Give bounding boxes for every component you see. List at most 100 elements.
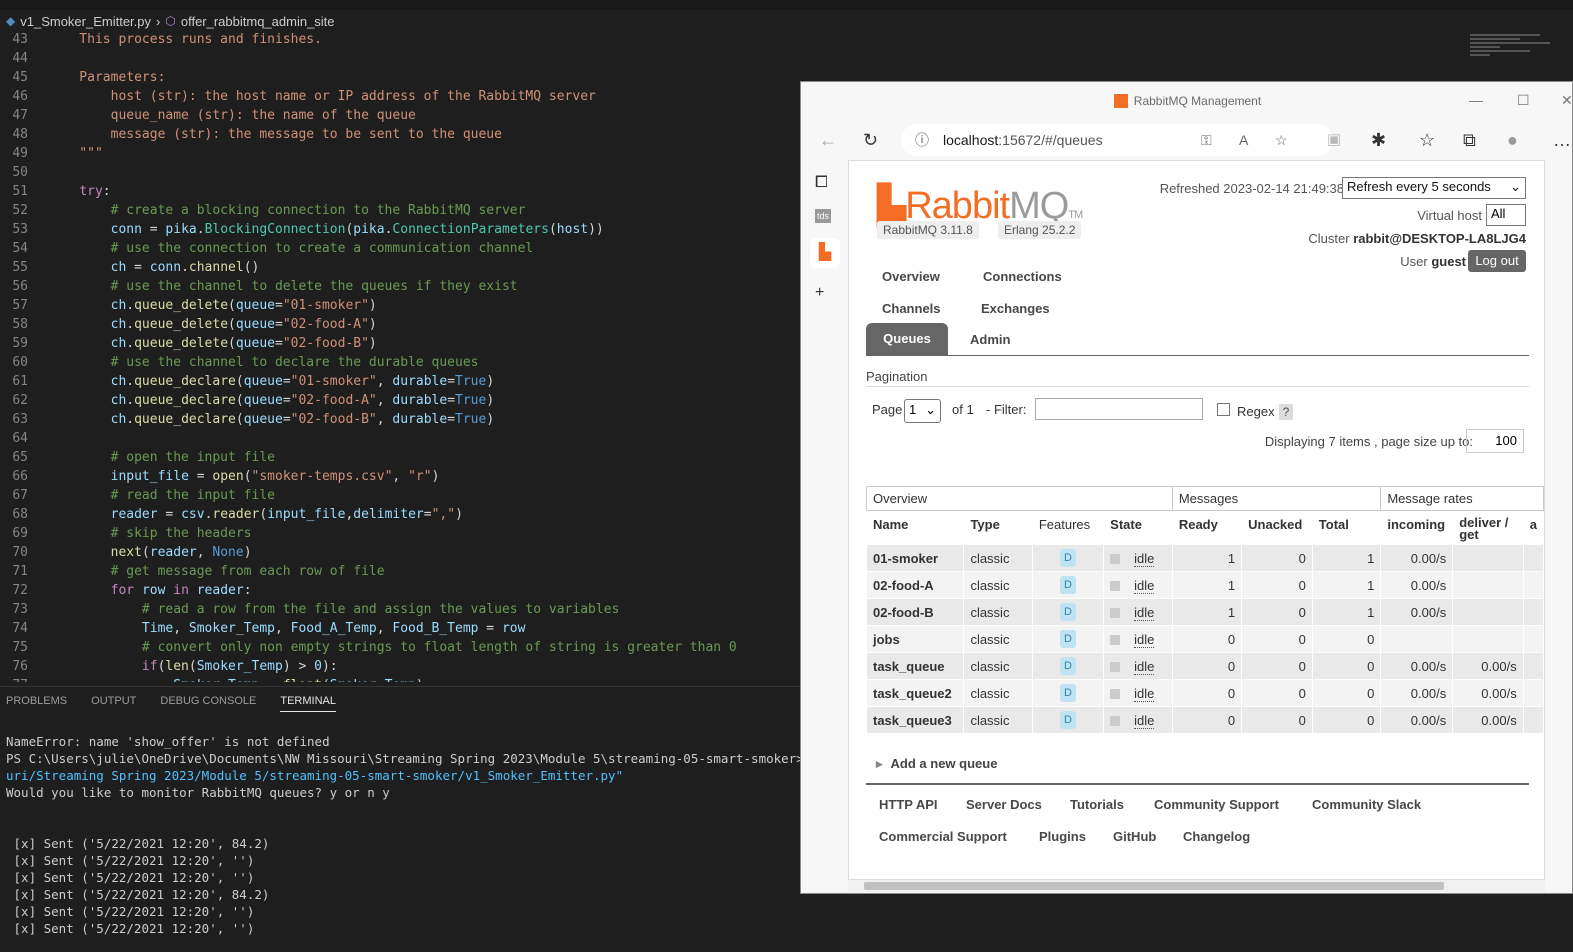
page-size-input[interactable]: 100 bbox=[1466, 429, 1524, 453]
info-icon[interactable]: ⓘ bbox=[915, 130, 929, 150]
code-line[interactable]: 77 Smoker_Temp = float(Smoker_Temp) bbox=[0, 676, 800, 682]
avatar[interactable]: ● bbox=[1507, 130, 1518, 151]
extensions-icon[interactable]: ✱ bbox=[1371, 130, 1386, 151]
code-line[interactable]: 55 ch = conn.channel() bbox=[0, 258, 800, 277]
code-line[interactable]: 63 ch.queue_declare(queue="02-food-B", d… bbox=[0, 410, 800, 429]
terminal-output[interactable]: NameError: name 'show_offer' is not defi… bbox=[6, 733, 864, 937]
tab-problems[interactable]: PROBLEMS bbox=[6, 695, 67, 712]
footer-commercial-support[interactable]: Commercial Support bbox=[879, 829, 1007, 844]
code-line[interactable]: 47 queue_name (str): the name of the que… bbox=[0, 106, 800, 125]
minimap[interactable] bbox=[1470, 32, 1560, 82]
code-line[interactable]: 51 try: bbox=[0, 182, 800, 201]
code-line[interactable]: 62 ch.queue_declare(queue="02-food-A", d… bbox=[0, 391, 800, 410]
pagination-header[interactable]: Pagination bbox=[866, 369, 927, 384]
footer-plugins[interactable]: Plugins bbox=[1039, 829, 1086, 844]
tab-exchanges[interactable]: Exchanges bbox=[981, 301, 1050, 316]
code-line[interactable]: 58 ch.queue_delete(queue="02-food-A") bbox=[0, 315, 800, 334]
add-tab-icon[interactable]: + bbox=[815, 284, 824, 302]
code-line[interactable]: 64 bbox=[0, 429, 800, 448]
table-row[interactable]: task_queue3 classic Didle 0 0 0 0.00/s 0.00/s bbox=[865, 706, 1544, 734]
table-row[interactable]: task_queue2 classic Didle 0 0 0 0.00/s 0.00/s bbox=[865, 679, 1544, 707]
code-line[interactable]: 70 next(reader, None) bbox=[0, 543, 800, 562]
close-icon[interactable]: ✕ bbox=[1561, 92, 1573, 109]
footer-community-support[interactable]: Community Support bbox=[1154, 797, 1279, 812]
col-total[interactable]: Total bbox=[1311, 510, 1382, 545]
page-select[interactable]: 1 ⌄ bbox=[904, 399, 941, 423]
code-line[interactable]: 53 conn = pika.BlockingConnection(pika.C… bbox=[0, 220, 800, 239]
col-features[interactable]: Features bbox=[1031, 510, 1105, 545]
col-deliver-get[interactable]: deliver / get bbox=[1452, 510, 1524, 545]
code-line[interactable]: 61 ch.queue_declare(queue="01-smoker", d… bbox=[0, 372, 800, 391]
back-icon[interactable]: ← bbox=[819, 130, 837, 151]
code-line[interactable]: 57 ch.queue_delete(queue="01-smoker") bbox=[0, 296, 800, 315]
code-line[interactable]: 69 # skip the headers bbox=[0, 524, 800, 543]
more-icon[interactable]: … bbox=[1553, 130, 1571, 151]
queue-name[interactable]: 02-food-A bbox=[865, 571, 965, 599]
tab-actions-icon[interactable]: ⧠ bbox=[815, 174, 828, 192]
rabbitmq-tab-icon[interactable]: ▙ bbox=[810, 238, 840, 268]
queue-name[interactable]: 02-food-B bbox=[865, 598, 965, 626]
tab-queues[interactable]: Queues bbox=[866, 323, 948, 355]
scrollbar-thumb[interactable] bbox=[864, 882, 1444, 890]
table-row[interactable]: 02-food-B classic Didle 1 0 1 0.00/s bbox=[865, 598, 1544, 626]
code-line[interactable]: 43 This process runs and finishes. bbox=[0, 30, 800, 49]
code-line[interactable]: 60 # use the channel to declare the dura… bbox=[0, 353, 800, 372]
code-line[interactable]: 71 # get message from each row of file bbox=[0, 562, 800, 581]
code-line[interactable]: 67 # read the input file bbox=[0, 486, 800, 505]
code-line[interactable]: 45 Parameters: bbox=[0, 68, 800, 87]
code-line[interactable]: 44 bbox=[0, 49, 800, 68]
code-line[interactable]: 49 """ bbox=[0, 144, 800, 163]
key-icon[interactable]: ⚿ bbox=[1201, 132, 1212, 149]
code-line[interactable]: 50 bbox=[0, 163, 800, 182]
footer-github[interactable]: GitHub bbox=[1113, 829, 1156, 844]
footer-community-slack[interactable]: Community Slack bbox=[1312, 797, 1421, 812]
refresh-icon[interactable]: ↻ bbox=[863, 130, 878, 151]
breadcrumb-file[interactable]: v1_Smoker_Emitter.py bbox=[20, 14, 151, 29]
queue-name[interactable]: 01-smoker bbox=[865, 544, 965, 572]
code-line[interactable]: 56 # use the channel to delete the queue… bbox=[0, 277, 800, 296]
virtual-host-select[interactable]: All bbox=[1486, 204, 1526, 226]
code-line[interactable]: 72 for row in reader: bbox=[0, 581, 800, 600]
favorites-icon[interactable]: ☆ bbox=[1419, 130, 1435, 151]
col-type[interactable]: Type bbox=[963, 510, 1033, 545]
sidebar-tds-icon[interactable]: tds bbox=[815, 209, 832, 223]
maximize-icon[interactable]: ☐ bbox=[1517, 92, 1530, 109]
col-unacked[interactable]: Unacked bbox=[1241, 510, 1313, 545]
table-row[interactable]: 01-smoker classic Didle 1 0 1 0.00/s bbox=[865, 544, 1544, 572]
code-line[interactable]: 52 # create a blocking connection to the… bbox=[0, 201, 800, 220]
code-line[interactable]: 65 # open the input file bbox=[0, 448, 800, 467]
footer-http-api[interactable]: HTTP API bbox=[879, 797, 938, 812]
tab-channels[interactable]: Channels bbox=[882, 301, 941, 316]
code-line[interactable]: 54 # use the connection to create a comm… bbox=[0, 239, 800, 258]
read-aloud-icon[interactable]: A bbox=[1239, 132, 1248, 148]
table-row[interactable]: task_queue classic Didle 0 0 0 0.00/s 0.00/s bbox=[865, 652, 1544, 680]
help-button[interactable]: ? bbox=[1279, 404, 1293, 420]
horizontal-scrollbar[interactable] bbox=[848, 880, 1545, 892]
code-line[interactable]: 48 message (str): the message to be sent… bbox=[0, 125, 800, 144]
code-line[interactable]: 66 input_file = open("smoker-temps.csv",… bbox=[0, 467, 800, 486]
code-line[interactable]: 76 if(len(Smoker_Temp) > 0): bbox=[0, 657, 800, 676]
add-queue-toggle[interactable]: ▸ Add a new queue bbox=[876, 756, 997, 772]
code-line[interactable]: 73 # read a row from the file and assign… bbox=[0, 600, 800, 619]
queue-name[interactable]: task_queue3 bbox=[865, 706, 965, 734]
regex-checkbox[interactable] bbox=[1217, 403, 1230, 416]
tab-overview[interactable]: Overview bbox=[882, 269, 940, 284]
tab-admin[interactable]: Admin bbox=[970, 332, 1010, 347]
code-editor[interactable]: 43 This process runs and finishes. 44 45 P… bbox=[0, 30, 800, 682]
footer-server-docs[interactable]: Server Docs bbox=[966, 797, 1042, 812]
table-row[interactable]: jobs classic Didle 0 0 0 bbox=[865, 625, 1544, 653]
col-ack[interactable]: a bbox=[1522, 510, 1544, 545]
breadcrumb-symbol[interactable]: offer_rabbitmq_admin_site bbox=[181, 14, 335, 29]
queue-name[interactable]: task_queue bbox=[865, 652, 965, 680]
col-ready[interactable]: Ready bbox=[1171, 510, 1243, 545]
collections-icon[interactable]: ⧉ bbox=[1463, 130, 1476, 151]
table-row[interactable]: 02-food-A classic Didle 1 0 1 0.00/s bbox=[865, 571, 1544, 599]
code-line[interactable]: 68 reader = csv.reader(input_file,delimi… bbox=[0, 505, 800, 524]
footer-changelog[interactable]: Changelog bbox=[1183, 829, 1250, 844]
queue-name[interactable]: jobs bbox=[865, 625, 965, 653]
tab-debug-console[interactable]: DEBUG CONSOLE bbox=[160, 695, 256, 712]
minimize-icon[interactable]: — bbox=[1469, 92, 1483, 108]
queue-name[interactable]: task_queue2 bbox=[865, 679, 965, 707]
tab-connections[interactable]: Connections bbox=[983, 269, 1062, 284]
filter-input[interactable] bbox=[1035, 398, 1203, 420]
